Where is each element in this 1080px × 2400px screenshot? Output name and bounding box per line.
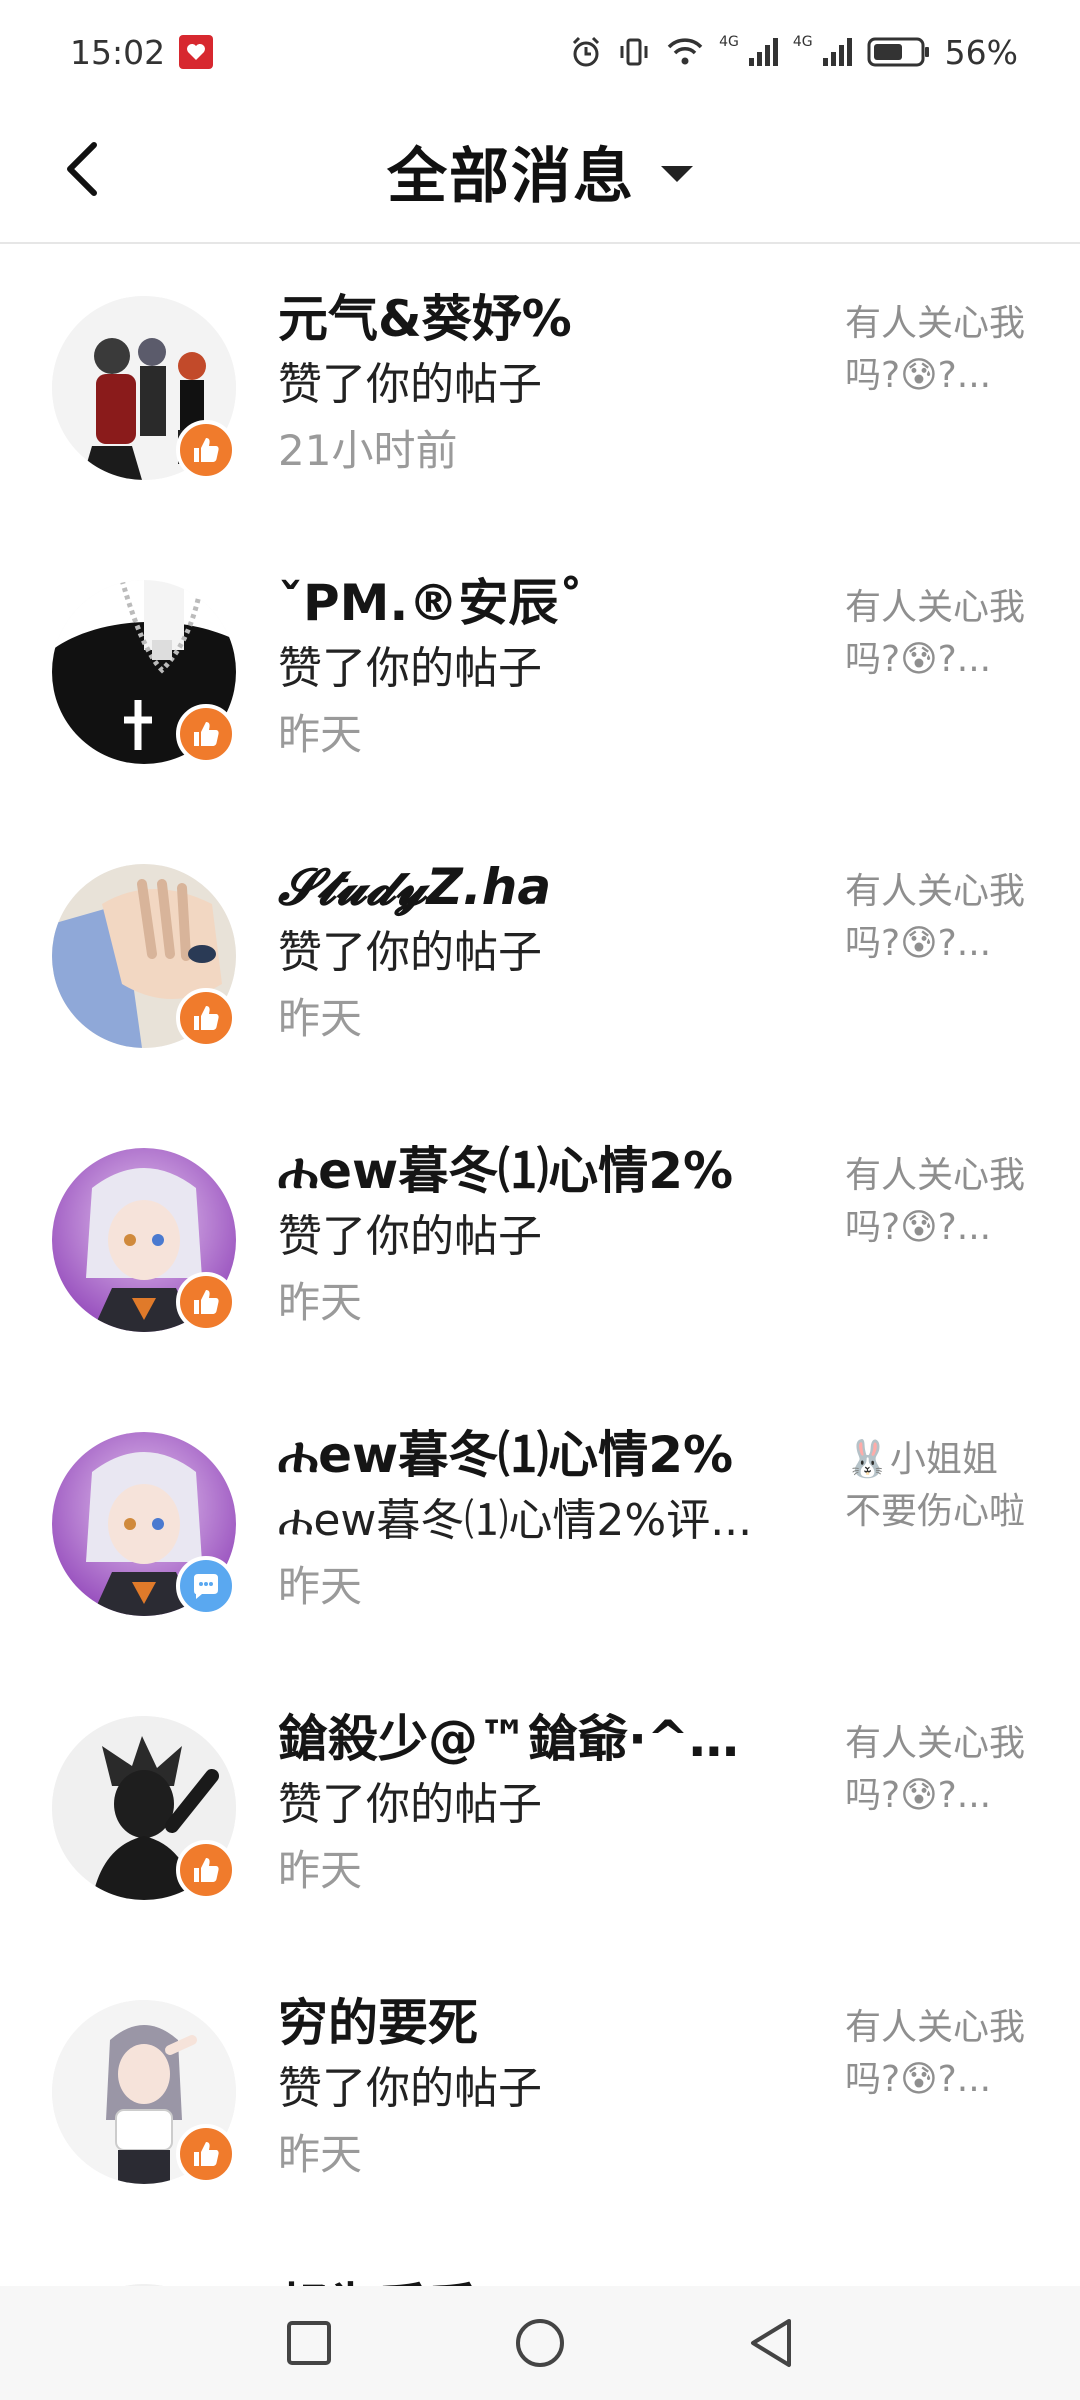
message-time: 21小时前	[278, 426, 458, 475]
post-preview[interactable]: 有人关心我吗?😰?...	[845, 1718, 1025, 1822]
message-content: 穷的要死 赞了你的帖子 昨天	[278, 1990, 788, 2188]
status-left: 15:02	[70, 32, 214, 72]
message-content: ˇPM.®安辰˚ 赞了你的帖子 昨天	[278, 570, 788, 768]
network-type-2: 4G	[792, 34, 813, 50]
dropdown-caret-icon	[661, 166, 693, 182]
like-badge	[176, 1272, 236, 1332]
thumbs-up-icon	[194, 438, 219, 462]
signal-icon-2	[822, 38, 852, 66]
clock: 15:02	[70, 32, 166, 72]
sender-name: ሐew暮冬⑴心情2%	[278, 1426, 734, 1484]
message-content: ሐew暮冬⑴心情2% ሐew暮冬⑴心情2%评... 昨天	[278, 1422, 788, 1620]
message-action: 赞了你的帖子	[278, 927, 542, 978]
like-badge	[176, 704, 236, 764]
message-action: 赞了你的帖子	[278, 643, 542, 694]
battery-icon	[867, 37, 929, 67]
sender-name: 鎗殺少@™鎗爺·^『...	[278, 1710, 788, 1768]
message-action: 赞了你的帖子	[278, 1779, 542, 1830]
thumbs-up-icon	[194, 722, 219, 746]
recents-button[interactable]	[278, 2312, 340, 2374]
sender-name: ˇPM.®安辰˚	[278, 574, 584, 632]
signal-icon-1	[748, 38, 778, 66]
message-content: 𝓢𝓽𝓾𝓭𝔂Z.ha 赞了你的帖子 昨天	[278, 854, 788, 1052]
chat-bubble-icon	[194, 1574, 218, 1599]
message-time: 昨天	[278, 2130, 363, 2179]
app-header: 全部消息	[0, 104, 1080, 244]
home-button[interactable]	[509, 2312, 571, 2374]
circle-icon	[516, 2319, 564, 2367]
post-preview[interactable]: 有人关心我吗?😰?...	[845, 866, 1025, 970]
message-item[interactable]: 穷的要死 赞了你的帖子 昨天 有人关心我吗?😰?...	[0, 1948, 1080, 2232]
post-preview[interactable]: 有人关心我吗?😰?...	[845, 582, 1025, 686]
message-list: 元气&葵妤% 赞了你的帖子 21小时前 有人关心我吗?😰?... ˇPM.®安辰…	[0, 244, 1080, 2400]
comment-badge	[176, 1556, 236, 1616]
message-item[interactable]: ˇPM.®安辰˚ 赞了你的帖子 昨天 有人关心我吗?😰?...	[0, 528, 1080, 812]
battery-percent: 56%	[944, 32, 1018, 72]
post-preview[interactable]: 有人关心我吗?😰?...	[845, 2002, 1025, 2106]
wifi-icon	[667, 38, 703, 65]
status-right: 4G 4G 56%	[569, 33, 1018, 72]
post-preview[interactable]: 🐰小姐姐不要伤心啦	[845, 1434, 1025, 1538]
message-item[interactable]: ሐew暮冬⑴心情2% ሐew暮冬⑴心情2%评... 昨天 🐰小姐姐不要伤心啦	[0, 1380, 1080, 1664]
like-badge	[176, 988, 236, 1048]
message-action: ሐew暮冬⑴心情2%评...	[278, 1495, 753, 1546]
post-preview[interactable]: 有人关心我吗?😰?...	[845, 1150, 1025, 1254]
message-item[interactable]: 鎗殺少@™鎗爺·^『... 赞了你的帖子 昨天 有人关心我吗?😰?...	[0, 1664, 1080, 1948]
message-time: 昨天	[278, 710, 363, 759]
message-content: ሐew暮冬⑴心情2% 赞了你的帖子 昨天	[278, 1138, 788, 1336]
like-badge	[176, 420, 236, 480]
sender-name: ሐew暮冬⑴心情2%	[278, 1142, 734, 1200]
thumbs-up-icon	[194, 1858, 219, 1882]
page-title: 全部消息	[387, 141, 635, 212]
message-time: 昨天	[278, 1278, 363, 1327]
message-action: 赞了你的帖子	[278, 1211, 542, 1262]
sender-name: 穷的要死	[278, 1994, 478, 2052]
vibrate-icon	[620, 38, 648, 66]
status-bar: 15:02 4G 4G 56%	[0, 0, 1080, 104]
message-item[interactable]: 元气&葵妤% 赞了你的帖子 21小时前 有人关心我吗?😰?...	[0, 244, 1080, 528]
post-preview[interactable]: 有人关心我吗?😰?...	[845, 298, 1025, 402]
message-action: 赞了你的帖子	[278, 359, 542, 410]
thumbs-up-icon	[194, 1290, 219, 1314]
sender-name: 元气&葵妤%	[278, 290, 572, 348]
message-time: 昨天	[278, 1846, 363, 1895]
message-item[interactable]: 𝓢𝓽𝓾𝓭𝔂Z.ha 赞了你的帖子 昨天 有人关心我吗?😰?...	[0, 812, 1080, 1096]
app-notification-icon	[179, 35, 214, 69]
sender-name: 𝓢𝓽𝓾𝓭𝔂Z.ha	[278, 858, 552, 916]
message-action: 赞了你的帖子	[278, 2063, 542, 2114]
like-badge	[176, 1840, 236, 1900]
triangle-back-icon	[751, 2319, 791, 2367]
system-navigation-bar	[0, 2286, 1080, 2400]
message-content: 鎗殺少@™鎗爺·^『... 赞了你的帖子 昨天	[278, 1706, 788, 1904]
thumbs-up-icon	[194, 1006, 219, 1030]
network-type-1: 4G	[719, 34, 739, 50]
square-icon	[287, 2321, 331, 2365]
message-time: 昨天	[278, 1562, 363, 1611]
message-item[interactable]: ሐew暮冬⑴心情2% 赞了你的帖子 昨天 有人关心我吗?😰?...	[0, 1096, 1080, 1380]
alarm-icon	[573, 36, 600, 67]
message-filter-dropdown[interactable]: 全部消息	[0, 126, 1080, 216]
screen: 15:02 4G 4G 56% 全部消息 元气&葵妤% 赞了你的帖子 21小时前…	[0, 0, 1080, 2400]
like-badge	[176, 2124, 236, 2184]
thumbs-up-icon	[194, 2142, 219, 2166]
message-content: 元气&葵妤% 赞了你的帖子 21小时前	[278, 286, 788, 484]
message-time: 昨天	[278, 994, 363, 1043]
back-nav-button[interactable]	[740, 2312, 802, 2374]
